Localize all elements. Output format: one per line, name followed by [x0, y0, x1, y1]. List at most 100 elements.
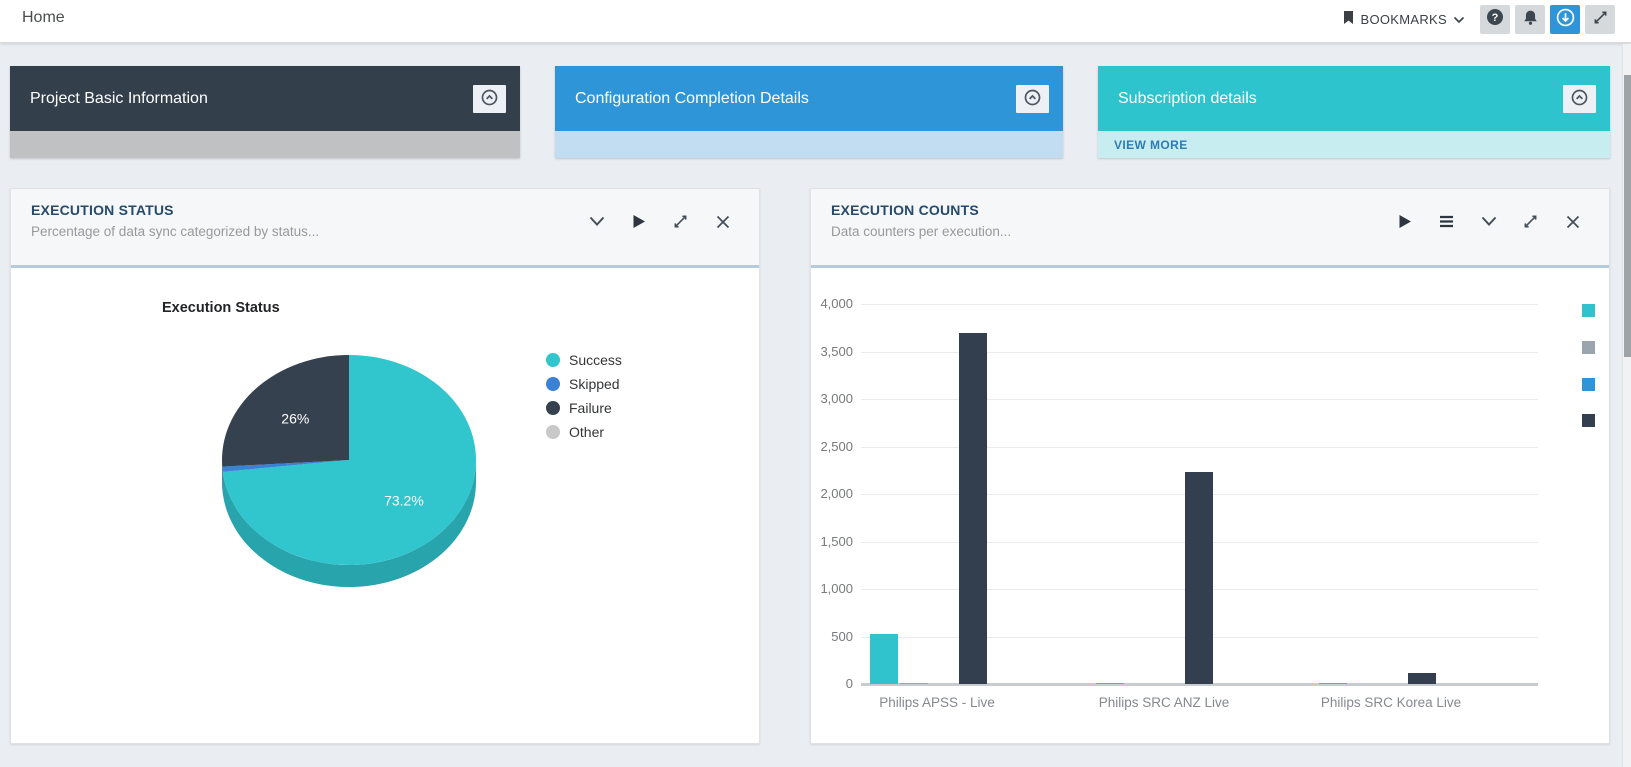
y-axis-tick-label: 1,000 — [811, 581, 853, 596]
play-icon[interactable] — [630, 213, 647, 230]
download-icon — [1556, 8, 1575, 32]
collapse-button[interactable] — [473, 85, 506, 113]
pie-legend-item-failure[interactable]: Failure — [546, 396, 622, 420]
y-axis-tick-label: 2,500 — [811, 439, 853, 454]
widget-header: EXECUTION STATUS Percentage of data sync… — [11, 189, 759, 268]
fullscreen-button[interactable] — [1585, 5, 1615, 34]
widget-actions — [1396, 213, 1581, 230]
page-title: Home — [22, 9, 65, 27]
pie-slice-label: 73.2% — [384, 493, 424, 509]
pie-legend: Success Skipped Failure Other — [546, 348, 622, 444]
bar-teal-3[interactable] — [1319, 683, 1347, 684]
top-bar-actions: BOOKMARKS ? — [1342, 3, 1616, 36]
expand-icon[interactable] — [1522, 213, 1539, 230]
panel-header: Configuration Completion Details — [555, 66, 1063, 131]
bar-dark-1[interactable] — [959, 333, 987, 685]
bell-icon — [1522, 9, 1539, 31]
page-scrollbar[interactable] — [1622, 44, 1631, 767]
y-axis-tick-label: 3,500 — [811, 344, 853, 359]
collapse-button[interactable] — [1563, 85, 1596, 113]
legend-label: Success — [569, 352, 622, 368]
legend-label: Other — [569, 424, 604, 440]
pie-legend-item-other[interactable]: Other — [546, 420, 622, 444]
bar-dark-3[interactable] — [1408, 673, 1436, 684]
notifications-button[interactable] — [1515, 5, 1545, 34]
bar-gray-1[interactable] — [900, 683, 928, 684]
bookmarks-label: BOOKMARKS — [1361, 12, 1448, 27]
bar-group-3 — [1319, 673, 1436, 684]
collapse-button[interactable] — [1016, 85, 1049, 113]
panel-strip: VIEW MORE — [1098, 131, 1610, 158]
legend-label: Failure — [569, 400, 612, 416]
collapse-circle-icon — [481, 89, 498, 109]
x-axis-category-label: Philips SRC ANZ Live — [1044, 695, 1284, 710]
bar-legend-swatch-blue[interactable] — [1582, 378, 1595, 391]
download-button[interactable] — [1550, 5, 1580, 34]
y-axis-tick-label: 2,000 — [811, 486, 853, 501]
panel-header: Subscription details — [1098, 66, 1610, 131]
legend-label: Skipped — [569, 376, 620, 392]
chevron-down-icon[interactable] — [588, 213, 605, 230]
collapse-circle-icon — [1571, 89, 1588, 109]
x-axis-category-label: Philips APSS - Live — [817, 695, 1057, 710]
gridline — [861, 304, 1538, 305]
bar-legend-swatch-gray[interactable] — [1582, 341, 1595, 354]
widget-title: EXECUTION STATUS — [31, 202, 174, 218]
panel-project-basic-information: Project Basic Information — [10, 66, 520, 158]
bar-teal-2[interactable] — [1096, 683, 1124, 684]
panel-header: Project Basic Information — [10, 66, 520, 131]
help-button[interactable]: ? — [1480, 5, 1510, 34]
legend-dot — [546, 353, 560, 367]
bar-group-2 — [1096, 472, 1213, 684]
fullscreen-icon — [1593, 10, 1608, 30]
y-axis-tick-label: 3,000 — [811, 391, 853, 406]
panel-strip — [555, 131, 1063, 158]
expand-icon[interactable] — [672, 213, 689, 230]
pie-chart-area: Execution Status 73.2% 26% Success Skipped… — [11, 268, 759, 742]
chevron-down-icon[interactable] — [1480, 213, 1497, 230]
execution-status-pie-chart[interactable]: 73.2% 26% — [208, 340, 493, 600]
top-bar: Home BOOKMARKS ? — [0, 0, 1631, 43]
chevron-down-icon — [1453, 11, 1465, 29]
panel-strip — [10, 131, 520, 158]
y-axis-tick-label: 0 — [811, 676, 853, 691]
execution-counts-bar-chart[interactable]: 4,000 3,500 3,000 2,500 2,000 1,500 1,000 500 0 P… — [811, 268, 1609, 742]
pie-legend-item-skipped[interactable]: Skipped — [546, 372, 622, 396]
svg-text:?: ? — [1492, 12, 1499, 24]
widget-actions — [588, 213, 731, 230]
y-axis-tick-label: 1,500 — [811, 534, 853, 549]
view-more-link[interactable]: VIEW MORE — [1114, 138, 1188, 152]
panel-title: Subscription details — [1118, 90, 1257, 108]
close-icon[interactable] — [714, 213, 731, 230]
collapse-circle-icon — [1024, 89, 1041, 109]
help-icon: ? — [1486, 8, 1504, 31]
panel-title: Project Basic Information — [30, 90, 208, 108]
widget-execution-counts: EXECUTION COUNTS Data counters per execu… — [810, 188, 1610, 744]
widget-header: EXECUTION COUNTS Data counters per execu… — [811, 189, 1609, 268]
pie-slice-label: 26% — [281, 410, 309, 426]
bar-group-1 — [870, 333, 987, 685]
legend-dot — [546, 401, 560, 415]
scrollbar-thumb[interactable] — [1624, 75, 1631, 357]
legend-dot — [546, 377, 560, 391]
menu-icon[interactable] — [1438, 213, 1455, 230]
pie-legend-item-success[interactable]: Success — [546, 348, 622, 372]
widget-execution-status: EXECUTION STATUS Percentage of data sync… — [10, 188, 760, 744]
y-axis-tick-label: 4,000 — [811, 296, 853, 311]
bar-legend-swatch-dark[interactable] — [1582, 414, 1595, 427]
bar-legend-swatch-teal[interactable] — [1582, 304, 1595, 317]
widget-title: EXECUTION COUNTS — [831, 202, 979, 218]
y-axis-tick-label: 500 — [811, 629, 853, 644]
play-icon[interactable] — [1396, 213, 1413, 230]
panel-subscription-details: Subscription details VIEW MORE — [1098, 66, 1610, 158]
bookmarks-dropdown[interactable]: BOOKMARKS — [1342, 10, 1466, 30]
panel-configuration-completion-details: Configuration Completion Details — [555, 66, 1063, 158]
x-axis-category-label: Philips SRC Korea Live — [1271, 695, 1511, 710]
widget-subtitle: Percentage of data sync categorized by s… — [31, 224, 319, 239]
pie-chart-title: Execution Status — [162, 300, 280, 316]
close-icon[interactable] — [1564, 213, 1581, 230]
bar-dark-2[interactable] — [1185, 472, 1213, 684]
bookmark-icon — [1342, 10, 1355, 30]
dashboard-page: { "top_bar": { "title": "Home", "bookmar… — [0, 0, 1631, 767]
bar-teal-1[interactable] — [870, 634, 898, 684]
